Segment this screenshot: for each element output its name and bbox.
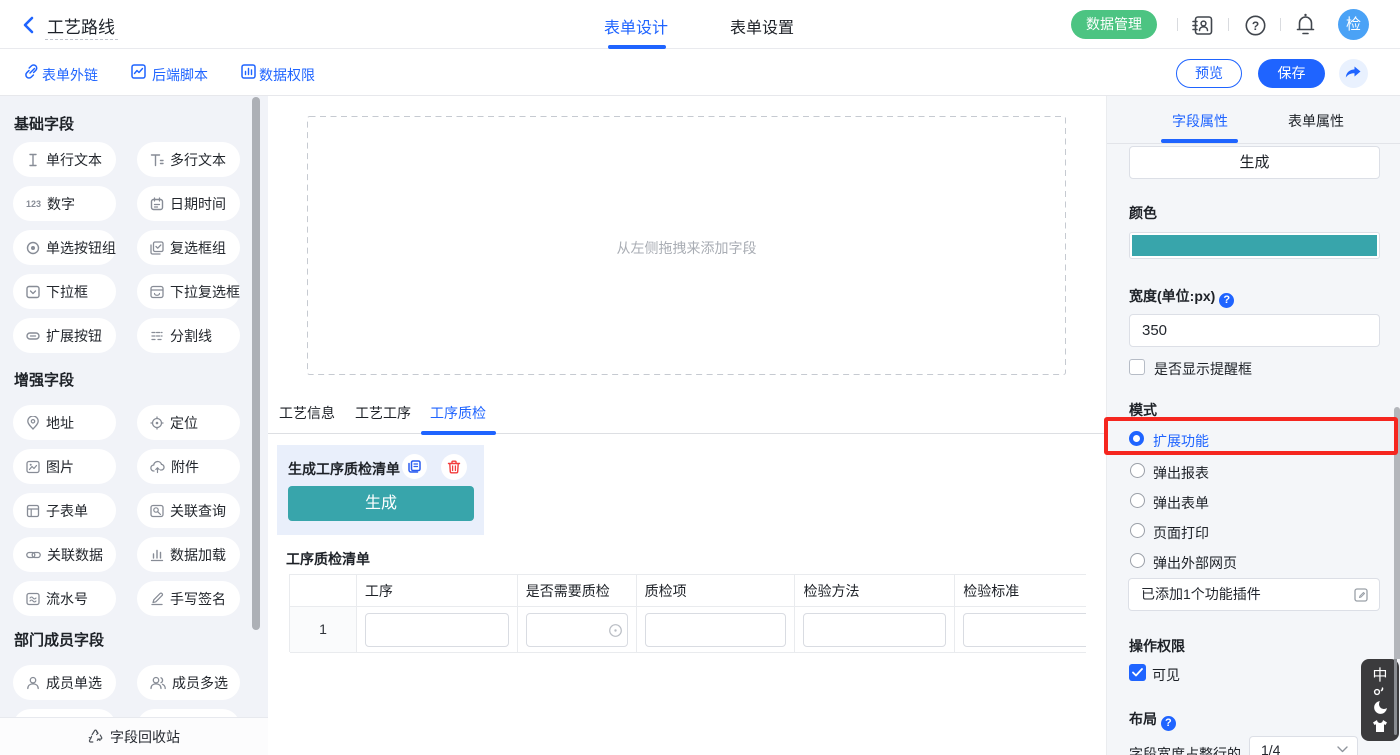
svg-text:?: ? [1252,19,1259,33]
